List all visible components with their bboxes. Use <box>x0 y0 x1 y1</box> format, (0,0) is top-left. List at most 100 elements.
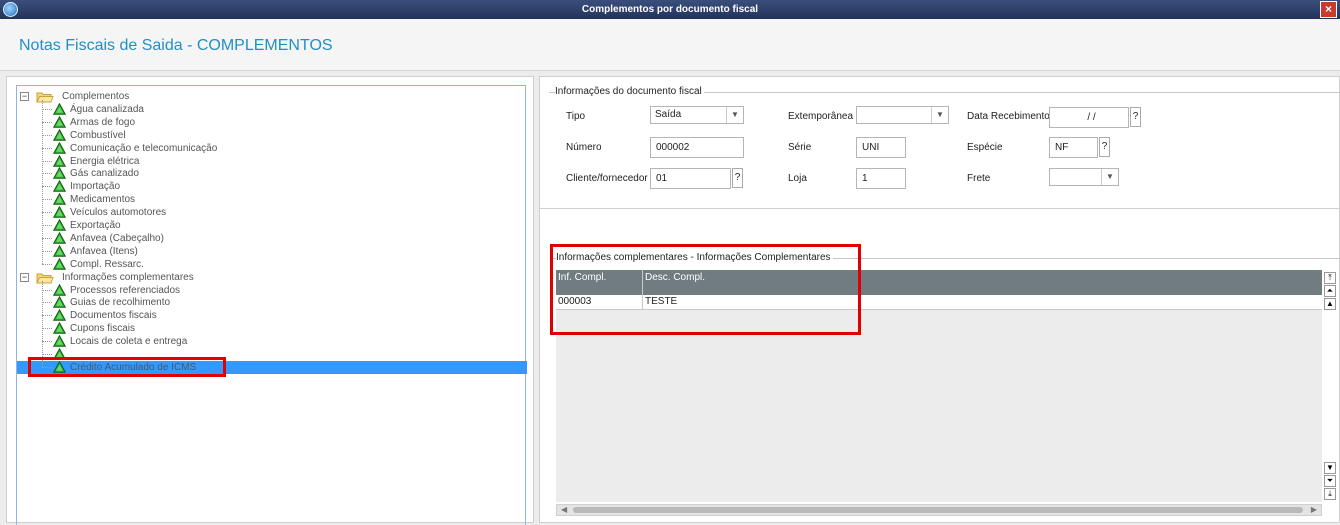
scroll-page-up-button[interactable]: ⏶ <box>1324 285 1336 297</box>
scroll-down-button[interactable]: ▼ <box>1324 462 1336 474</box>
loja-input[interactable]: 1 <box>856 168 906 189</box>
tree-item[interactable]: Locais de coleta e entrega <box>17 334 517 348</box>
page-title: Notas Fiscais de Saida - COMPLEMENTOS <box>19 37 333 54</box>
document-form: Informações do documento fiscal Tipo Saí… <box>540 77 1340 209</box>
tipo-select[interactable]: Saída ▼ <box>650 106 744 124</box>
window-title: Complementos por documento fiscal <box>581 4 759 15</box>
triangle-icon <box>52 128 67 141</box>
tree-connector <box>42 250 52 252</box>
tree-item[interactable]: Guias de recolhimento <box>17 296 517 309</box>
scroll-left-icon[interactable]: ◀ <box>561 505 567 515</box>
tree-item[interactable]: Exportação <box>17 218 517 232</box>
numero-input[interactable]: 000002 <box>650 137 744 158</box>
triangle-icon <box>52 141 67 154</box>
triangle-icon <box>52 309 67 321</box>
tree-item[interactable]: Gás canalizado <box>17 167 517 180</box>
horizontal-scrollbar[interactable]: ◀ ▶ <box>556 504 1322 516</box>
close-button[interactable]: × <box>1320 1 1337 18</box>
tree-item[interactable]: Combustível <box>17 128 517 142</box>
especie-label: Espécie <box>967 142 1003 153</box>
serie-input[interactable]: UNI <box>856 137 906 158</box>
especie-value: NF <box>1055 142 1069 153</box>
tree-connector <box>42 328 52 330</box>
tree-connector <box>42 108 52 110</box>
especie-help-button[interactable]: ? <box>1099 137 1110 157</box>
especie-input[interactable]: NF <box>1049 137 1098 158</box>
scroll-page-down-button[interactable]: ⏷ <box>1324 475 1336 487</box>
tree-connector <box>42 341 52 343</box>
tree-item-label: Locais de coleta e entrega <box>70 336 188 348</box>
data-recebimento-value: / / <box>1087 112 1096 123</box>
tree-item-label: Gás canalizado <box>70 168 139 180</box>
highlight-box-tree <box>28 357 226 377</box>
scroll-top-button[interactable]: ⤒ <box>1324 272 1336 284</box>
tree-item[interactable]: Compl. Ressarc. <box>17 257 517 271</box>
form-section-title: Informações do documento fiscal <box>555 86 704 97</box>
tipo-label: Tipo <box>566 111 586 122</box>
extemporanea-select[interactable]: ▼ <box>856 106 949 124</box>
tree-item[interactable]: Anfavea (Itens) <box>17 244 517 258</box>
tree-item[interactable]: Medicamentos <box>17 192 517 206</box>
cliente-label: Cliente/fornecedor <box>566 173 648 184</box>
tree-item-label: Exportação <box>70 220 121 231</box>
window-titlebar: Complementos por documento fiscal × <box>0 0 1340 19</box>
tree-item[interactable]: Comunicação e telecomunicação <box>17 141 517 155</box>
tree-group[interactable]: − Complementos <box>17 90 517 103</box>
tree-item[interactable]: Veículos automotores <box>17 205 517 219</box>
tree-connector <box>42 186 52 188</box>
tree-item-label: Compl. Ressarc. <box>70 258 144 270</box>
scrollbar-thumb[interactable] <box>573 507 1303 513</box>
tree-item[interactable]: Armas de fogo <box>17 115 517 129</box>
scroll-bottom-button[interactable]: ⤓ <box>1324 488 1336 500</box>
tree-connector <box>42 134 52 136</box>
triangle-icon <box>52 205 67 218</box>
highlight-box-grid <box>550 244 861 335</box>
tree-item-label: Cupons fiscais <box>70 323 136 335</box>
tree-connector <box>42 315 52 317</box>
tree-connector <box>42 121 52 123</box>
numero-value: 000002 <box>656 142 690 153</box>
triangle-icon <box>52 180 67 192</box>
triangle-icon <box>52 115 67 128</box>
triangle-icon <box>52 231 67 244</box>
tree-item[interactable]: Importação <box>17 180 517 193</box>
collapse-icon[interactable]: − <box>20 92 29 101</box>
triangle-icon <box>52 192 67 205</box>
tree-item-label: Água canalizada <box>70 103 144 115</box>
tree-connector <box>42 147 52 149</box>
chevron-down-icon[interactable]: ▼ <box>1101 169 1118 185</box>
tree-item-label: Veículos automotores <box>70 207 167 219</box>
tree-item-label: Importação <box>70 181 121 193</box>
data-recebimento-help-button[interactable]: ? <box>1130 107 1141 127</box>
chevron-down-icon[interactable]: ▼ <box>931 107 948 123</box>
app-icon <box>3 2 18 17</box>
tree-connector <box>42 212 52 214</box>
triangle-icon <box>52 283 67 296</box>
tree-item[interactable]: Anfavea (Cabeçalho) <box>17 231 517 245</box>
tree-item[interactable]: Água canalizada <box>17 102 517 116</box>
frete-label: Frete <box>967 173 991 184</box>
tree-item-label: Comunicação e telecomunicação <box>70 142 218 154</box>
tree-panel: − Complementos Água canalizada Armas de fog… <box>6 76 534 525</box>
cliente-help-button[interactable]: ? <box>732 168 743 188</box>
tree-view: − Complementos Água canalizada Armas de fog… <box>16 85 527 525</box>
frete-select[interactable]: ▼ <box>1049 168 1119 186</box>
tree-item[interactable]: Documentos fiscais <box>17 309 517 322</box>
data-recebimento-input[interactable]: / / <box>1049 107 1129 128</box>
cliente-input[interactable]: 01 <box>650 168 731 189</box>
tree-item[interactable]: Energia elétrica <box>17 154 517 168</box>
tree-item-label: Documentos fiscais <box>70 310 157 322</box>
tree-item[interactable]: Processos referenciados <box>17 283 517 297</box>
triangle-icon <box>52 167 67 180</box>
triangle-icon <box>52 102 67 115</box>
chevron-down-icon[interactable]: ▼ <box>726 107 743 123</box>
tree-connector <box>42 173 52 175</box>
scroll-up-button[interactable]: ▲ <box>1324 298 1336 310</box>
collapse-icon[interactable]: − <box>20 272 29 282</box>
tree-item-label: Energia elétrica <box>70 155 140 167</box>
scroll-right-icon[interactable]: ▶ <box>1311 505 1317 515</box>
loja-value: 1 <box>862 173 868 184</box>
tree-group[interactable]: − Informações complementares <box>17 271 517 284</box>
tree-item[interactable]: Cupons fiscais <box>17 321 517 335</box>
numero-label: Número <box>566 142 602 153</box>
